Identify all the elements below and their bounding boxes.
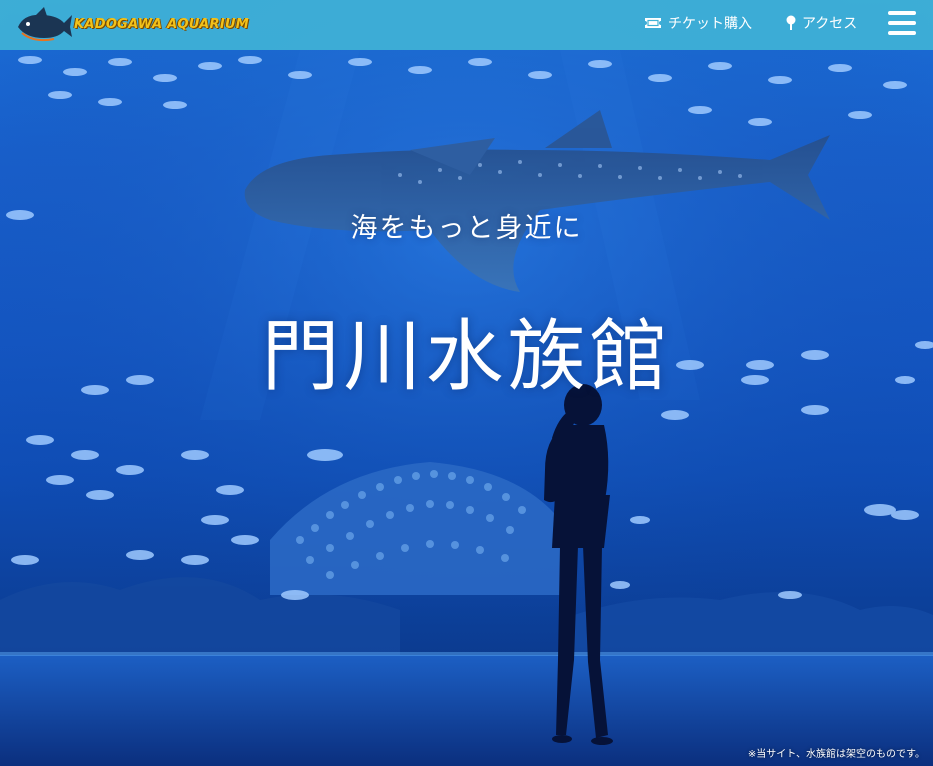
ticket-icon <box>644 17 662 29</box>
site-logo[interactable]: KADOGAWA AQUARIUM <box>14 5 249 45</box>
fish-logo-icon <box>18 7 72 42</box>
hero-title: 門川水族館 <box>261 312 672 402</box>
nav-ticket-link[interactable]: チケット購入 <box>644 12 752 34</box>
map-pin-icon <box>786 15 796 31</box>
hamburger-menu-icon[interactable] <box>885 7 919 41</box>
disclaimer-note: ※当サイト、水族館は架空のものです。 <box>747 749 925 760</box>
page: KADOGAWA AQUARIUM チケット購入 アクセス 海をもっと身近に 門… <box>0 0 933 766</box>
hero-tagline: 海をもっと身近に <box>350 213 583 244</box>
nav-ticket-label: チケット購入 <box>668 16 752 32</box>
nav-access-link[interactable]: アクセス <box>786 12 857 34</box>
nav-access-label: アクセス <box>802 16 858 32</box>
site-header: KADOGAWA AQUARIUM チケット購入 アクセス <box>0 0 933 50</box>
logo-text: KADOGAWA AQUARIUM <box>74 17 250 32</box>
